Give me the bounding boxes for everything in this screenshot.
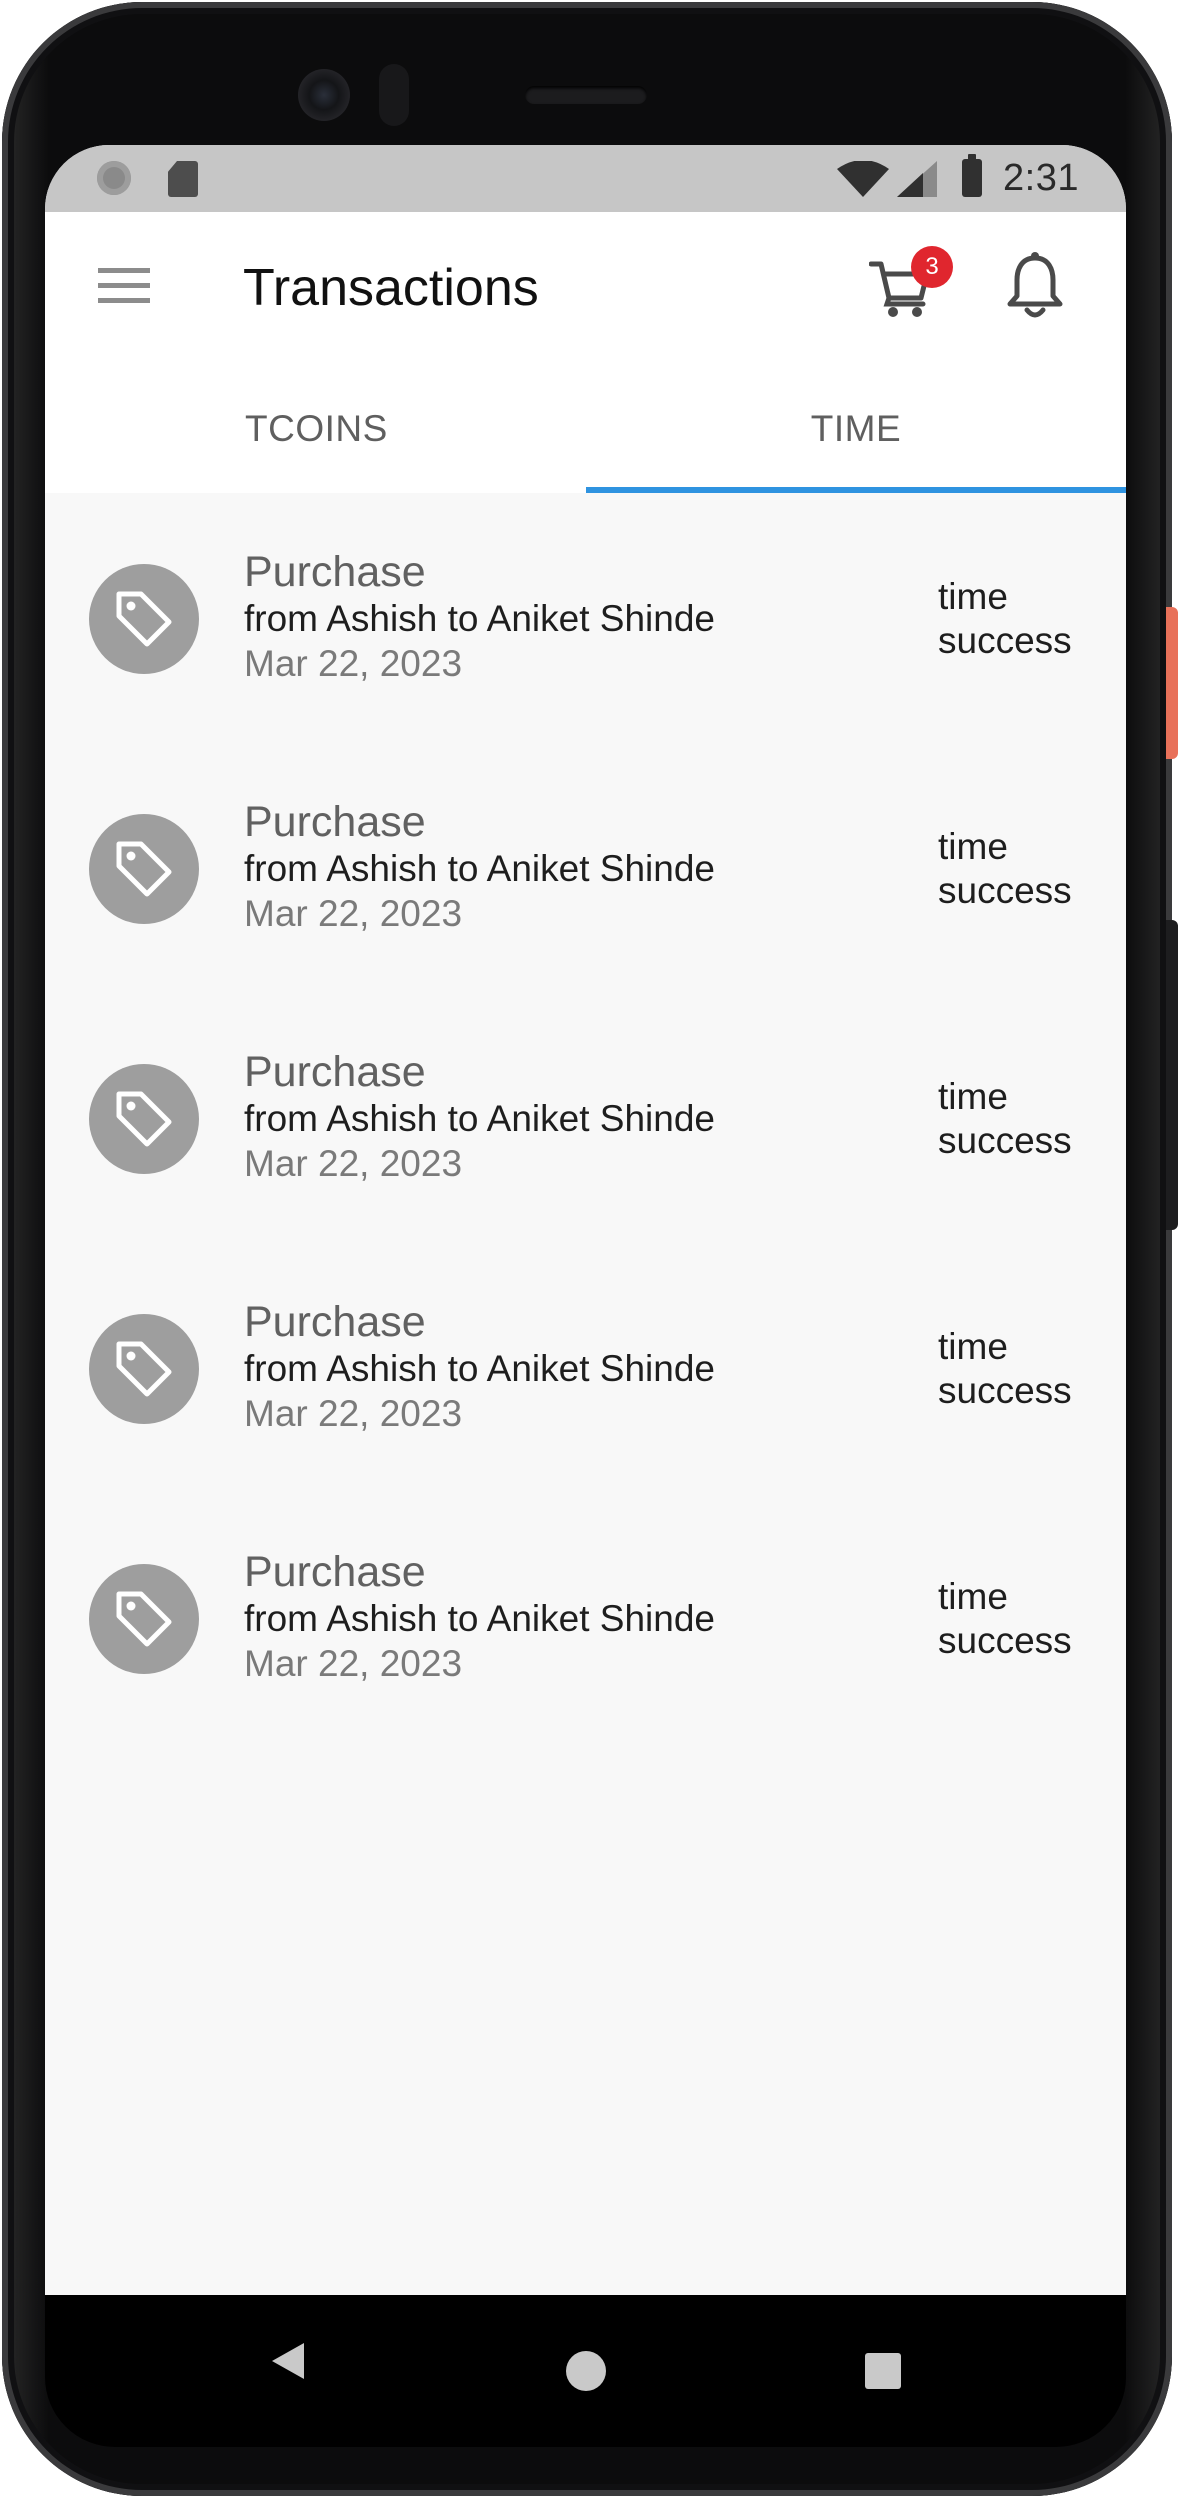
transaction-item[interactable]: Purchase from Ashish to Aniket Shinde Ma… — [45, 993, 1126, 1243]
transaction-avatar — [89, 814, 199, 924]
transaction-description: from Ashish to Aniket Shinde — [244, 1098, 715, 1139]
transaction-title: Purchase — [244, 1548, 426, 1596]
transaction-description: from Ashish to Aniket Shinde — [244, 598, 715, 639]
transaction-type: time — [938, 576, 1008, 617]
back-triangle-icon[interactable] — [270, 2341, 306, 2381]
transaction-status: success — [938, 1620, 1072, 1661]
transaction-title: Purchase — [244, 798, 426, 846]
power-button — [1166, 607, 1178, 759]
transaction-status: success — [938, 870, 1072, 911]
transaction-avatar — [89, 1314, 199, 1424]
earpiece-speaker — [525, 86, 647, 104]
transaction-date: Mar 22, 2023 — [244, 1143, 463, 1184]
transaction-item[interactable]: Purchase from Ashish to Aniket Shinde Ma… — [45, 1493, 1126, 1743]
app-bar: Transactions 3 — [45, 212, 1126, 360]
proximity-sensor — [379, 64, 409, 126]
bell-icon — [1007, 252, 1063, 318]
transaction-description: from Ashish to Aniket Shinde — [244, 1348, 715, 1389]
price-tag-icon — [116, 841, 172, 897]
notifications-button[interactable] — [1007, 252, 1077, 322]
system-navigation-bar — [45, 2295, 1126, 2447]
cart-button[interactable]: 3 — [865, 246, 953, 326]
tab-tcoins[interactable]: TCOINS — [45, 360, 585, 493]
notification-dot-icon — [97, 161, 131, 195]
cart-count-badge: 3 — [911, 246, 953, 288]
transaction-avatar — [89, 1564, 199, 1674]
transaction-avatar — [89, 564, 199, 674]
wifi-icon — [837, 161, 889, 197]
page-title: Transactions — [243, 259, 539, 317]
transaction-type: time — [938, 1326, 1008, 1367]
price-tag-icon — [116, 591, 172, 647]
phone-device: 2:31 Transactions 3 TCOINS TIME Purchase… — [0, 0, 1178, 2498]
transaction-status: success — [938, 1370, 1072, 1411]
home-circle-icon[interactable] — [566, 2351, 606, 2391]
transaction-type: time — [938, 826, 1008, 867]
transaction-date: Mar 22, 2023 — [244, 893, 463, 934]
transaction-item[interactable]: Purchase from Ashish to Aniket Shinde Ma… — [45, 493, 1126, 743]
price-tag-icon — [116, 1591, 172, 1647]
transaction-date: Mar 22, 2023 — [244, 1643, 463, 1684]
sd-card-icon — [168, 161, 198, 197]
volume-button — [1166, 920, 1178, 1230]
transaction-avatar — [89, 1064, 199, 1174]
transaction-type: time — [938, 1076, 1008, 1117]
transaction-description: from Ashish to Aniket Shinde — [244, 848, 715, 889]
transaction-title: Purchase — [244, 1298, 426, 1346]
transaction-date: Mar 22, 2023 — [244, 643, 463, 684]
transaction-item[interactable]: Purchase from Ashish to Aniket Shinde Ma… — [45, 743, 1126, 993]
transaction-title: Purchase — [244, 1048, 426, 1096]
battery-icon — [962, 154, 982, 197]
tab-time[interactable]: TIME — [586, 360, 1126, 493]
cell-signal-icon — [897, 161, 937, 197]
transaction-status: success — [938, 620, 1072, 661]
transaction-date: Mar 22, 2023 — [244, 1393, 463, 1434]
status-bar: 2:31 — [45, 145, 1126, 212]
hamburger-menu-icon[interactable] — [98, 266, 150, 306]
transaction-status: success — [938, 1120, 1072, 1161]
screen: 2:31 Transactions 3 TCOINS TIME Purchase… — [45, 145, 1126, 2295]
tab-time-label: TIME — [810, 408, 902, 449]
price-tag-icon — [116, 1091, 172, 1147]
price-tag-icon — [116, 1341, 172, 1397]
recents-square-icon[interactable] — [865, 2353, 901, 2389]
tab-bar: TCOINS TIME — [45, 360, 1126, 493]
tab-tcoins-label: TCOINS — [245, 408, 388, 449]
transaction-description: from Ashish to Aniket Shinde — [244, 1598, 715, 1639]
front-camera — [298, 69, 350, 121]
transaction-type: time — [938, 1576, 1008, 1617]
transaction-title: Purchase — [244, 548, 426, 596]
transaction-item[interactable]: Purchase from Ashish to Aniket Shinde Ma… — [45, 1243, 1126, 1493]
status-time: 2:31 — [1003, 157, 1079, 199]
